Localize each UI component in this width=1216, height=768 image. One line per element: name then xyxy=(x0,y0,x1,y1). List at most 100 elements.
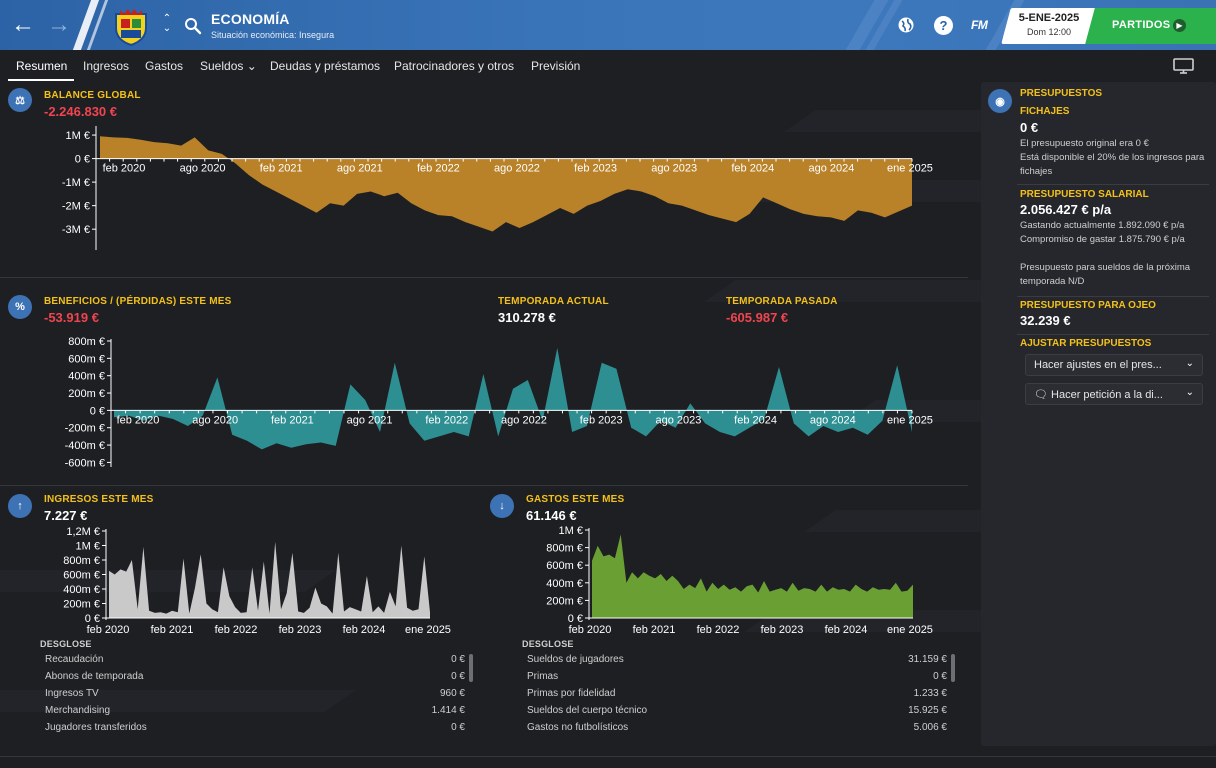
adjust-budget-dropdown[interactable]: Hacer ajustes en el pres... ⌄ xyxy=(1025,354,1203,376)
tab-resumen[interactable]: Resumen xyxy=(16,59,67,73)
y-tick-label: 1M € xyxy=(559,525,583,537)
x-tick-label: feb 2020 xyxy=(87,624,130,636)
row-label: Primas por fidelidad xyxy=(527,688,616,699)
y-tick-label: 1,2M € xyxy=(66,526,100,538)
income-row[interactable]: Merchandising 1.414 € xyxy=(45,703,465,720)
world-globe-icon[interactable] xyxy=(897,16,915,34)
row-label: Ingresos TV xyxy=(45,688,99,699)
row-value: 960 € xyxy=(439,688,465,699)
wage-budget-note: Gastando actualmente 1.892.090 € p/a xyxy=(1020,220,1185,231)
adjust-budgets-title: AJUSTAR PRESUPUESTOS xyxy=(1020,338,1152,349)
search-icon[interactable] xyxy=(184,17,202,35)
expense-row[interactable]: Gastos no futbolísticos 5.006 € xyxy=(527,720,947,737)
club-switch-chevrons-icon[interactable]: ⌃ ⌄ xyxy=(160,14,174,38)
expense-row[interactable]: Primas por fidelidad 1.233 € xyxy=(527,686,947,703)
y-tick-label: 400m € xyxy=(546,578,583,590)
y-tick-label: -200m € xyxy=(65,423,105,435)
expense-row[interactable]: Sueldos del cuerpo técnico 15.925 € xyxy=(527,703,947,720)
bottom-divider xyxy=(0,756,1216,757)
row-label: Jugadores transferidos xyxy=(45,722,147,733)
help-icon[interactable]: ? xyxy=(934,16,953,35)
current-season-title: TEMPORADA ACTUAL xyxy=(498,296,609,307)
y-tick-label: 600m € xyxy=(546,560,583,572)
tab-sueldos[interactable]: Sueldos ⌄ xyxy=(200,59,257,73)
row-label: Sueldos de jugadores xyxy=(527,654,624,665)
x-tick-label: ago 2020 xyxy=(192,414,238,426)
income-row[interactable]: Abonos de temporada 0 € xyxy=(45,669,465,686)
expenses-breakdown-title: DESGLOSE xyxy=(522,639,574,649)
x-tick-label: feb 2022 xyxy=(417,163,460,175)
profit-title: BENEFICIOS / (PÉRDIDAS) ESTE MES xyxy=(44,296,232,307)
series-area xyxy=(100,136,912,232)
sub-navigation: Resumen Ingresos Gastos Sueldos ⌄ Deudas… xyxy=(0,50,1216,82)
y-tick-label: 400m € xyxy=(68,371,105,383)
expenses-scrollbar[interactable] xyxy=(951,654,955,682)
x-tick-label: feb 2020 xyxy=(103,163,146,175)
y-tick-label: 800m € xyxy=(546,543,583,555)
x-tick-label: ago 2022 xyxy=(501,414,547,426)
income-row[interactable]: Recaudación 0 € xyxy=(45,652,465,669)
income-row[interactable]: Ingresos TV 960 € xyxy=(45,686,465,703)
transfer-budget-value: 0 € xyxy=(1020,120,1039,135)
monitor-icon[interactable] xyxy=(1173,58,1194,74)
section-divider xyxy=(0,277,968,278)
row-label: Merchandising xyxy=(45,705,111,716)
row-value: 0 € xyxy=(451,722,465,733)
x-tick-label: feb 2023 xyxy=(279,624,322,636)
side-divider xyxy=(1017,334,1209,335)
x-tick-label: feb 2024 xyxy=(343,624,386,636)
continue-button-label: PARTIDOS xyxy=(1112,19,1171,31)
x-tick-label: feb 2021 xyxy=(633,624,676,636)
y-tick-label: -1M € xyxy=(62,177,90,189)
y-tick-label: -3M € xyxy=(62,224,90,236)
arrow-up-icon: ↑ xyxy=(8,494,32,518)
last-season-title: TEMPORADA PASADA xyxy=(726,296,838,307)
current-date: 5-ENE-2025 xyxy=(1018,12,1080,24)
y-tick-label: 800m € xyxy=(68,336,105,348)
tab-deudas[interactable]: Deudas y préstamos xyxy=(270,59,380,73)
transfer-budget-title: FICHAJES xyxy=(1020,106,1070,117)
income-scrollbar[interactable] xyxy=(469,654,473,682)
x-tick-label: ago 2021 xyxy=(347,414,393,426)
board-request-dropdown[interactable]: 🗨 Hacer petición a la di... ⌄ xyxy=(1025,383,1203,405)
y-tick-label: 1M € xyxy=(76,541,100,553)
expense-row[interactable]: Sueldos de jugadores 31.159 € xyxy=(527,652,947,669)
last-season-value: -605.987 € xyxy=(726,310,789,325)
income-title: INGRESOS ESTE MES xyxy=(44,494,154,505)
continue-arrow-icon: ▶ xyxy=(1173,19,1186,32)
tab-prevision[interactable]: Previsión xyxy=(531,59,580,73)
x-tick-label: feb 2022 xyxy=(697,624,740,636)
top-bar: ← → ⌃ ⌄ ECONOMÍA Situación económica: Ins… xyxy=(0,0,1216,50)
income-row[interactable]: Jugadores transferidos 0 € xyxy=(45,720,465,737)
x-tick-label: feb 2020 xyxy=(569,624,612,636)
x-tick-label: ago 2023 xyxy=(655,414,701,426)
percent-icon: % xyxy=(8,295,32,319)
chevron-down-icon: ⌄ xyxy=(1185,387,1194,398)
row-label: Gastos no futbolísticos xyxy=(527,722,629,733)
tab-gastos[interactable]: Gastos xyxy=(145,59,183,73)
expense-row[interactable]: Primas 0 € xyxy=(527,669,947,686)
income-chart: 1,2M €1M €800m €600m €400m €200m €0 €feb… xyxy=(63,526,451,636)
row-label: Primas xyxy=(527,671,559,682)
tab-patrocinadores[interactable]: Patrocinadores y otros xyxy=(394,59,514,73)
x-tick-label: feb 2023 xyxy=(574,163,617,175)
active-tab-indicator xyxy=(8,79,74,81)
x-tick-label: ene 2025 xyxy=(887,163,933,175)
piggy-bank-icon: ◉ xyxy=(988,89,1012,113)
x-tick-label: ago 2022 xyxy=(494,163,540,175)
balance-scale-icon: ⚖ xyxy=(8,88,32,112)
back-arrow-icon[interactable]: ← xyxy=(10,12,36,38)
y-tick-label: 600m € xyxy=(63,570,100,582)
x-tick-label: feb 2020 xyxy=(117,414,160,426)
x-tick-label: feb 2024 xyxy=(825,624,868,636)
x-tick-label: feb 2021 xyxy=(260,163,303,175)
y-tick-label: 400m € xyxy=(63,584,100,596)
balance-value: -2.246.830 € xyxy=(44,104,118,119)
row-label: Recaudación xyxy=(45,654,104,665)
tab-ingresos[interactable]: Ingresos xyxy=(83,59,129,73)
profit-value: -53.919 € xyxy=(44,310,99,325)
fm-logo[interactable]: FM xyxy=(971,18,988,32)
club-crest-icon[interactable] xyxy=(112,6,150,46)
forward-arrow-icon[interactable]: → xyxy=(46,12,72,38)
arrow-down-icon: ↓ xyxy=(490,494,514,518)
